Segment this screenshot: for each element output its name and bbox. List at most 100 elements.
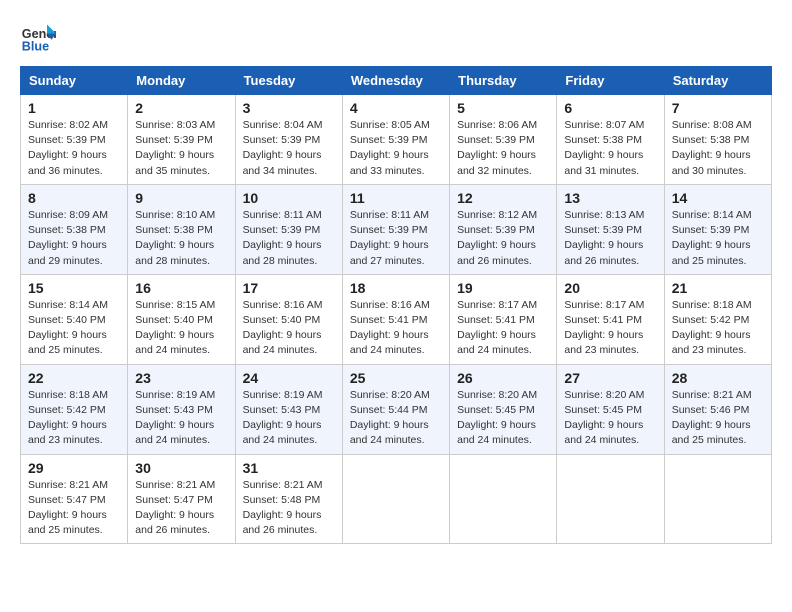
weekday-header-wednesday: Wednesday [342,67,449,95]
day-info: Sunrise: 8:07 AM Sunset: 5:38 PM Dayligh… [564,118,656,179]
day-info: Sunrise: 8:14 AM Sunset: 5:40 PM Dayligh… [28,298,120,359]
day-number: 11 [350,190,442,206]
day-number: 19 [457,280,549,296]
day-info: Sunrise: 8:13 AM Sunset: 5:39 PM Dayligh… [564,208,656,269]
day-info: Sunrise: 8:20 AM Sunset: 5:44 PM Dayligh… [350,388,442,449]
day-number: 15 [28,280,120,296]
calendar-cell: 23 Sunrise: 8:19 AM Sunset: 5:43 PM Dayli… [128,364,235,454]
calendar-week-row: 15 Sunrise: 8:14 AM Sunset: 5:40 PM Dayli… [21,274,772,364]
day-number: 29 [28,460,120,476]
day-number: 14 [672,190,764,206]
calendar-cell: 25 Sunrise: 8:20 AM Sunset: 5:44 PM Dayli… [342,364,449,454]
day-number: 5 [457,100,549,116]
calendar-cell: 22 Sunrise: 8:18 AM Sunset: 5:42 PM Dayli… [21,364,128,454]
calendar-cell: 11 Sunrise: 8:11 AM Sunset: 5:39 PM Dayli… [342,184,449,274]
weekday-header-thursday: Thursday [450,67,557,95]
day-number: 18 [350,280,442,296]
day-info: Sunrise: 8:04 AM Sunset: 5:39 PM Dayligh… [243,118,335,179]
calendar-cell: 21 Sunrise: 8:18 AM Sunset: 5:42 PM Dayli… [664,274,771,364]
calendar-cell: 29 Sunrise: 8:21 AM Sunset: 5:47 PM Dayli… [21,454,128,544]
day-info: Sunrise: 8:09 AM Sunset: 5:38 PM Dayligh… [28,208,120,269]
day-number: 10 [243,190,335,206]
weekday-header-monday: Monday [128,67,235,95]
weekday-header-friday: Friday [557,67,664,95]
calendar-cell: 9 Sunrise: 8:10 AM Sunset: 5:38 PM Daylig… [128,184,235,274]
day-number: 20 [564,280,656,296]
day-info: Sunrise: 8:17 AM Sunset: 5:41 PM Dayligh… [564,298,656,359]
page-header: General Blue [20,20,772,56]
day-info: Sunrise: 8:15 AM Sunset: 5:40 PM Dayligh… [135,298,227,359]
calendar-cell: 14Sunrise: 8:14 AM Sunset: 5:39 PM Dayli… [664,184,771,274]
day-number: 12 [457,190,549,206]
day-number: 24 [243,370,335,386]
calendar-cell: 13 Sunrise: 8:13 AM Sunset: 5:39 PM Dayli… [557,184,664,274]
day-info: Sunrise: 8:16 AM Sunset: 5:40 PM Dayligh… [243,298,335,359]
day-number: 13 [564,190,656,206]
logo-icon: General Blue [20,20,56,56]
day-number: 21 [672,280,764,296]
day-number: 25 [350,370,442,386]
day-info: Sunrise: 8:08 AM Sunset: 5:38 PM Dayligh… [672,118,764,179]
day-number: 23 [135,370,227,386]
day-number: 1 [28,100,120,116]
day-info: Sunrise: 8:16 AM Sunset: 5:41 PM Dayligh… [350,298,442,359]
calendar-cell: 8 Sunrise: 8:09 AM Sunset: 5:38 PM Daylig… [21,184,128,274]
calendar-cell [450,454,557,544]
calendar-cell: 3 Sunrise: 8:04 AM Sunset: 5:39 PM Daylig… [235,95,342,185]
day-info: Sunrise: 8:19 AM Sunset: 5:43 PM Dayligh… [135,388,227,449]
calendar-cell: 12Sunrise: 8:12 AM Sunset: 5:39 PM Dayli… [450,184,557,274]
day-number: 16 [135,280,227,296]
day-info: Sunrise: 8:21 AM Sunset: 5:47 PM Dayligh… [28,478,120,539]
day-info: Sunrise: 8:06 AM Sunset: 5:39 PM Dayligh… [457,118,549,179]
day-info: Sunrise: 8:11 AM Sunset: 5:39 PM Dayligh… [243,208,335,269]
day-info: Sunrise: 8:18 AM Sunset: 5:42 PM Dayligh… [672,298,764,359]
calendar-cell: 31 Sunrise: 8:21 AM Sunset: 5:48 PM Dayli… [235,454,342,544]
day-number: 31 [243,460,335,476]
calendar-cell: 5 Sunrise: 8:06 AM Sunset: 5:39 PM Daylig… [450,95,557,185]
day-number: 28 [672,370,764,386]
calendar-week-row: 22 Sunrise: 8:18 AM Sunset: 5:42 PM Dayli… [21,364,772,454]
calendar-week-row: 1 Sunrise: 8:02 AM Sunset: 5:39 PM Daylig… [21,95,772,185]
weekday-header-tuesday: Tuesday [235,67,342,95]
day-info: Sunrise: 8:05 AM Sunset: 5:39 PM Dayligh… [350,118,442,179]
day-number: 4 [350,100,442,116]
calendar-week-row: 29 Sunrise: 8:21 AM Sunset: 5:47 PM Dayli… [21,454,772,544]
weekday-header-saturday: Saturday [664,67,771,95]
day-number: 22 [28,370,120,386]
day-info: Sunrise: 8:10 AM Sunset: 5:38 PM Dayligh… [135,208,227,269]
svg-text:Blue: Blue [22,40,49,54]
day-number: 2 [135,100,227,116]
day-info: Sunrise: 8:20 AM Sunset: 5:45 PM Dayligh… [457,388,549,449]
calendar-cell: 20 Sunrise: 8:17 AM Sunset: 5:41 PM Dayli… [557,274,664,364]
day-number: 7 [672,100,764,116]
day-info: Sunrise: 8:21 AM Sunset: 5:48 PM Dayligh… [243,478,335,539]
day-number: 30 [135,460,227,476]
day-info: Sunrise: 8:11 AM Sunset: 5:39 PM Dayligh… [350,208,442,269]
day-number: 27 [564,370,656,386]
calendar-cell [342,454,449,544]
calendar-cell: 28 Sunrise: 8:21 AM Sunset: 5:46 PM Dayli… [664,364,771,454]
logo: General Blue [20,20,56,56]
weekday-header-sunday: Sunday [21,67,128,95]
day-number: 3 [243,100,335,116]
day-number: 9 [135,190,227,206]
calendar-cell: 26 Sunrise: 8:20 AM Sunset: 5:45 PM Dayli… [450,364,557,454]
day-info: Sunrise: 8:20 AM Sunset: 5:45 PM Dayligh… [564,388,656,449]
day-info: Sunrise: 8:02 AM Sunset: 5:39 PM Dayligh… [28,118,120,179]
day-number: 6 [564,100,656,116]
calendar-cell: 10 Sunrise: 8:11 AM Sunset: 5:39 PM Dayli… [235,184,342,274]
calendar-table: SundayMondayTuesdayWednesdayThursdayFrid… [20,66,772,544]
day-info: Sunrise: 8:21 AM Sunset: 5:46 PM Dayligh… [672,388,764,449]
day-info: Sunrise: 8:17 AM Sunset: 5:41 PM Dayligh… [457,298,549,359]
calendar-cell: 15 Sunrise: 8:14 AM Sunset: 5:40 PM Dayli… [21,274,128,364]
calendar-cell: 18 Sunrise: 8:16 AM Sunset: 5:41 PM Dayli… [342,274,449,364]
calendar-cell [557,454,664,544]
day-number: 8 [28,190,120,206]
day-info: Sunrise: 8:18 AM Sunset: 5:42 PM Dayligh… [28,388,120,449]
calendar-cell: 4 Sunrise: 8:05 AM Sunset: 5:39 PM Daylig… [342,95,449,185]
calendar-cell: 2Sunrise: 8:03 AM Sunset: 5:39 PM Daylig… [128,95,235,185]
calendar-cell: 1 Sunrise: 8:02 AM Sunset: 5:39 PM Daylig… [21,95,128,185]
calendar-cell: 17Sunrise: 8:16 AM Sunset: 5:40 PM Dayli… [235,274,342,364]
day-number: 26 [457,370,549,386]
day-info: Sunrise: 8:19 AM Sunset: 5:43 PM Dayligh… [243,388,335,449]
